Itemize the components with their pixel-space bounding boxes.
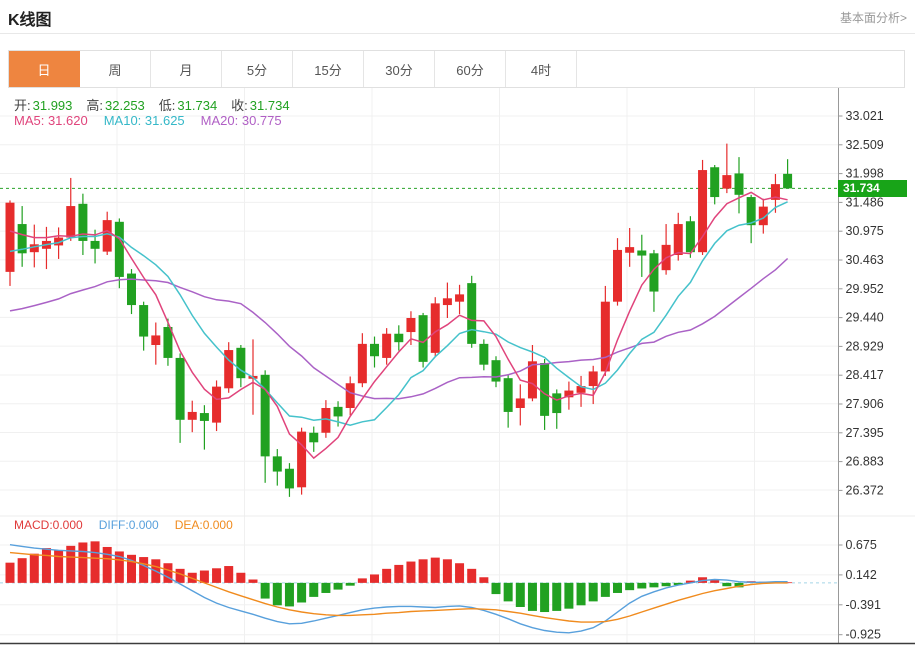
dea-value-legend: DEA:0.000 bbox=[174, 518, 233, 532]
high-label: 高: bbox=[86, 98, 104, 113]
svg-text:29.952: 29.952 bbox=[846, 282, 884, 296]
ma10-line bbox=[9, 201, 788, 426]
open-value: 31.993 bbox=[32, 98, 73, 113]
svg-text:28.417: 28.417 bbox=[846, 368, 884, 382]
page-title: K线图 bbox=[8, 12, 52, 29]
ma-legend: MA5: 31.620 MA10: 31.625 MA20: 30.775 bbox=[14, 113, 298, 128]
ma5-line bbox=[9, 191, 788, 460]
diff-value-legend: DIFF:0.000 bbox=[98, 518, 159, 532]
ohlc-readout: 开: 31.993 高: 32.253 低: 31.734 收: 31.734 bbox=[14, 95, 304, 114]
kline-app: K线图 基本面分析> 日周月 5分 15分 30分 60分 4时 33.021 32.509… bbox=[0, 0, 915, 648]
kline-chart[interactable]: 33.021 32.509 31.998 31.486 30.975 30.463 29.9… bbox=[0, 88, 915, 648]
macd-legend: MACD:0.000 DIFF:0.000 DEA:0.000 bbox=[14, 518, 249, 532]
low-label: 低: bbox=[158, 98, 176, 113]
tab-period-3[interactable]: 5分 bbox=[222, 51, 293, 87]
title-divider bbox=[0, 33, 915, 34]
svg-text:29.440: 29.440 bbox=[846, 311, 884, 325]
ma5-legend: MA5: 31.620 bbox=[14, 113, 88, 128]
svg-text:0.142: 0.142 bbox=[846, 568, 877, 582]
fundamental-analysis-link[interactable]: 基本面分析> bbox=[840, 9, 907, 26]
low-value: 31.734 bbox=[177, 98, 218, 113]
tab-period-7[interactable]: 4时 bbox=[506, 51, 577, 87]
ma10-legend: MA10: 31.625 bbox=[103, 113, 185, 128]
svg-text:31.998: 31.998 bbox=[846, 167, 884, 181]
tab-period-1[interactable]: 周 bbox=[80, 51, 151, 87]
svg-text:-0.925: -0.925 bbox=[846, 628, 881, 642]
tab-period-4[interactable]: 15分 bbox=[293, 51, 364, 87]
svg-text:26.883: 26.883 bbox=[846, 455, 884, 469]
svg-text:28.929: 28.929 bbox=[846, 339, 884, 353]
svg-text:26.372: 26.372 bbox=[846, 483, 884, 497]
svg-text:30.463: 30.463 bbox=[846, 253, 884, 267]
tab-period-6[interactable]: 60分 bbox=[435, 51, 506, 87]
tab-period-0[interactable]: 日 bbox=[9, 51, 80, 87]
current-price-badge: 31.734 bbox=[838, 180, 907, 197]
svg-text:27.395: 27.395 bbox=[846, 426, 884, 440]
tab-period-5[interactable]: 30分 bbox=[364, 51, 435, 87]
period-tabbar: 日周月 5分 15分 30分 60分 4时 bbox=[8, 50, 905, 88]
open-label: 开: bbox=[14, 98, 31, 113]
close-value: 31.734 bbox=[249, 98, 290, 113]
close-label: 收: bbox=[231, 98, 248, 113]
svg-text:27.906: 27.906 bbox=[846, 397, 884, 411]
svg-text:0.675: 0.675 bbox=[846, 538, 877, 552]
svg-text:31.486: 31.486 bbox=[846, 195, 884, 209]
candlestick-layer bbox=[5, 143, 793, 497]
svg-text:33.021: 33.021 bbox=[846, 109, 884, 123]
svg-text:32.509: 32.509 bbox=[846, 138, 884, 152]
high-value: 32.253 bbox=[105, 98, 145, 113]
tab-period-2[interactable]: 月 bbox=[151, 51, 222, 87]
macd-value-legend: MACD:0.000 bbox=[14, 518, 83, 532]
ma20-legend: MA20: 30.775 bbox=[200, 113, 282, 128]
svg-text:30.975: 30.975 bbox=[846, 224, 884, 238]
diff-line bbox=[9, 544, 788, 634]
svg-text:-0.391: -0.391 bbox=[846, 598, 881, 612]
